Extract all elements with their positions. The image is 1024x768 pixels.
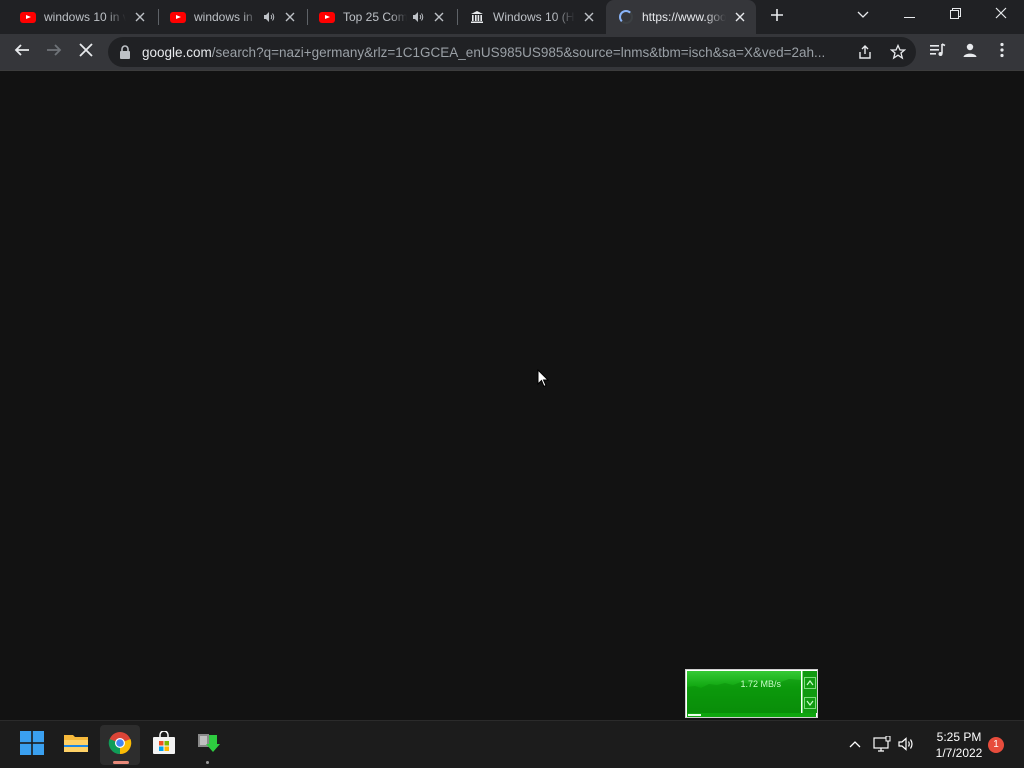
downloader-icon: [196, 731, 220, 760]
stop-loading-icon: [79, 42, 93, 62]
network-progress-fill: [688, 714, 701, 716]
speaker-icon[interactable]: [411, 10, 425, 24]
notification-badge[interactable]: 1: [988, 737, 1004, 753]
mouse-cursor-icon: [537, 368, 550, 393]
network-speed-text: 1.72 MB/s: [740, 679, 781, 689]
museum-icon: [469, 9, 485, 25]
address-bar[interactable]: google.com/search?q=nazi+germany&rlz=1C1…: [108, 37, 916, 67]
tab-5-active[interactable]: https://www.goo: [606, 0, 756, 34]
url-path: /search?q=nazi+germany&rlz=1C1GCEA_enUS9…: [211, 45, 826, 60]
taskbar-chrome[interactable]: [100, 725, 140, 765]
tab-search-icon: [857, 6, 869, 24]
tab-1[interactable]: windows 10 in virtual: [8, 0, 156, 34]
speaker-icon[interactable]: [262, 10, 276, 24]
back-icon: [14, 42, 30, 63]
start-icon: [20, 730, 44, 760]
plus-icon: [770, 8, 784, 27]
loading-spinner-icon: [618, 9, 634, 25]
new-tab-button[interactable]: [762, 2, 792, 32]
close-window-button[interactable]: [978, 0, 1024, 30]
chevron-up-icon[interactable]: [846, 735, 864, 753]
tab-close-icon[interactable]: [732, 9, 748, 25]
url-text[interactable]: google.com/search?q=nazi+germany&rlz=1C1…: [142, 45, 850, 60]
tab-title: Windows 10 (Home: [493, 10, 575, 24]
youtube-icon: [319, 9, 335, 25]
menu-icon: [1000, 42, 1004, 63]
profile-icon: [962, 42, 978, 63]
browser-toolbar: google.com/search?q=nazi+germany&rlz=1C1…: [0, 34, 1024, 71]
url-host: google.com: [142, 45, 212, 60]
taskbar-file-explorer[interactable]: [56, 725, 96, 765]
chrome-icon: [108, 731, 132, 760]
file-explorer-icon: [63, 732, 89, 759]
tab-close-icon[interactable]: [581, 9, 597, 25]
tab-title: https://www.goo: [642, 10, 726, 24]
running-app-indicator: [206, 761, 209, 764]
upload-arrow-icon[interactable]: [804, 677, 816, 689]
restore-button[interactable]: [932, 0, 978, 30]
profile-button[interactable]: [956, 38, 984, 66]
back-button[interactable]: [8, 38, 36, 66]
media-control-button[interactable]: [924, 38, 952, 66]
clock-time: 5:25 PM: [936, 730, 982, 744]
tab-3[interactable]: Top 25 Com: [307, 0, 455, 34]
minimize-button[interactable]: [886, 0, 932, 30]
menu-button[interactable]: [988, 38, 1016, 66]
tab-close-icon[interactable]: [282, 9, 298, 25]
forward-button[interactable]: [40, 38, 68, 66]
bookmark-star-icon[interactable]: [889, 43, 907, 61]
taskbar-downloader[interactable]: [188, 725, 228, 765]
network-traffic-graph: 1.72 MB/s: [687, 671, 801, 713]
tab-title: windows 10 in virtual: [44, 10, 126, 24]
tab-close-icon[interactable]: [431, 9, 447, 25]
taskbar-clock[interactable]: 5:25 PM 1/7/2022: [928, 729, 990, 761]
restore-icon: [949, 6, 961, 24]
tab-search-button[interactable]: [840, 0, 886, 30]
youtube-icon: [170, 9, 186, 25]
tab-2[interactable]: windows in: [158, 0, 306, 34]
close-icon: [995, 6, 1007, 24]
start-button[interactable]: [12, 725, 52, 765]
clock-date: 1/7/2022: [935, 746, 983, 760]
download-arrow-icon[interactable]: [804, 697, 816, 709]
network-icon[interactable]: [873, 735, 891, 753]
tab-close-icon[interactable]: [132, 9, 148, 25]
forward-icon: [46, 42, 62, 63]
youtube-icon: [20, 9, 36, 25]
stop-loading-button[interactable]: [72, 38, 100, 66]
tab-title: windows in: [194, 10, 253, 24]
tab-strip: windows 10 in virtual windows in Top 25 …: [0, 0, 1024, 34]
taskbar-store[interactable]: [144, 725, 184, 765]
store-icon: [152, 729, 176, 760]
minimize-icon: [903, 6, 915, 24]
active-app-indicator: [113, 761, 129, 764]
windows-taskbar: 5:25 PM 1/7/2022 1: [0, 720, 1024, 768]
volume-icon[interactable]: [897, 735, 915, 753]
tab-title: Top 25 Com: [343, 10, 407, 24]
media-control-icon: [930, 42, 946, 62]
lock-icon[interactable]: [119, 45, 131, 59]
network-monitor-widget[interactable]: 1.72 MB/s: [685, 669, 818, 718]
page-content-area: [0, 71, 1024, 720]
network-monitor-controls: [802, 671, 817, 713]
network-progress-bar: [687, 713, 816, 717]
tab-4[interactable]: Windows 10 (Home: [457, 0, 605, 34]
share-icon[interactable]: [856, 43, 874, 61]
